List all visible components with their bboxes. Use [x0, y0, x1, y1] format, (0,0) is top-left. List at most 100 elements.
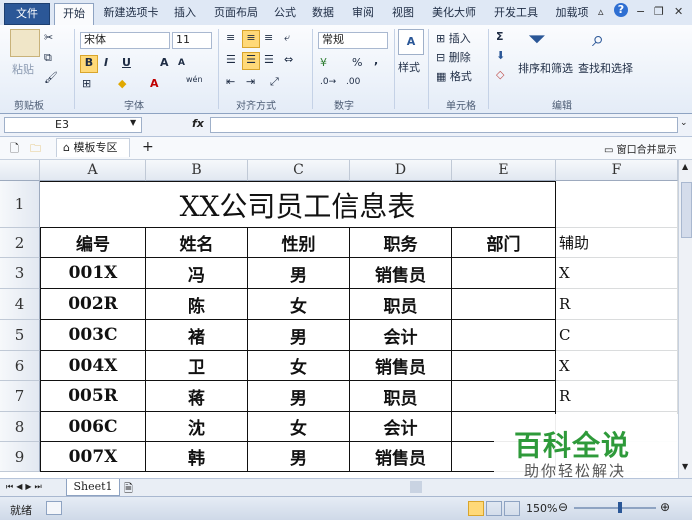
paste-button[interactable]: 粘贴 — [12, 61, 34, 77]
zoom-out-icon[interactable]: ⊖ — [558, 500, 568, 514]
row-header[interactable]: 4 — [0, 289, 40, 320]
table-cell[interactable]: 职员 — [350, 381, 452, 412]
select-all-corner[interactable] — [0, 160, 40, 181]
column-header[interactable]: A — [40, 160, 146, 181]
phonetic-label[interactable]: wén — [186, 75, 203, 84]
table-cell[interactable]: 会计 — [350, 412, 452, 442]
zoom-in-icon[interactable]: ⊕ — [660, 500, 670, 514]
column-header[interactable]: E — [452, 160, 556, 181]
tab-view[interactable]: 视图 — [386, 4, 420, 22]
zoom-slider-thumb[interactable] — [618, 502, 622, 513]
table-cell[interactable]: 销售员 — [350, 258, 452, 289]
tab-data[interactable]: 数据 — [306, 4, 340, 22]
sheet-tab-sheet1[interactable]: Sheet1 — [66, 479, 120, 496]
hscroll-thumb[interactable] — [410, 481, 422, 493]
orientation-icon[interactable]: ⤢ — [270, 75, 279, 89]
table-cell[interactable] — [452, 381, 556, 412]
align-right-icon[interactable]: ☰ — [264, 53, 274, 66]
normal-view-icon[interactable] — [468, 501, 484, 516]
active-cell-e3[interactable] — [452, 258, 556, 289]
row-header[interactable]: 2 — [0, 228, 40, 258]
vertical-scrollbar[interactable]: ▲ ▼ — [678, 160, 692, 478]
aux-header-cell[interactable]: 辅助 — [556, 228, 678, 258]
insert-cells-button[interactable]: ⊞ 插入 — [436, 30, 471, 46]
zoom-slider[interactable] — [574, 507, 656, 509]
merge-windows-button[interactable]: ▭ 窗口合并显示 — [604, 141, 677, 156]
align-bottom-icon[interactable]: ≡ — [264, 31, 273, 44]
template-zone-tab[interactable]: ⌂ 模板专区 — [56, 138, 130, 157]
table-cell[interactable]: 会计 — [350, 320, 452, 351]
wrap-text-icon[interactable]: ⤶ — [284, 31, 290, 45]
table-cell[interactable]: 卫 — [146, 351, 248, 381]
table-cell[interactable]: 韩 — [146, 442, 248, 472]
tab-file[interactable]: 文件 — [4, 3, 50, 25]
number-format-select[interactable]: 常规 — [318, 32, 388, 49]
scroll-down-icon[interactable]: ▼ — [682, 462, 688, 471]
tab-review[interactable]: 审阅 — [346, 4, 380, 22]
fill-icon[interactable]: ⬇ — [496, 49, 505, 62]
paste-icon[interactable] — [10, 29, 40, 57]
table-cell[interactable]: 沈 — [146, 412, 248, 442]
format-painter-icon[interactable]: 🖌 — [44, 71, 58, 84]
font-size-select[interactable]: 11 — [172, 32, 212, 49]
table-cell[interactable]: 007X — [40, 442, 146, 472]
table-header-cell[interactable]: 编号 — [40, 228, 146, 258]
increase-indent-icon[interactable]: ⇥ — [246, 75, 255, 88]
align-middle-icon[interactable]: ≡ — [242, 30, 260, 48]
sort-filter-icon[interactable]: ⏷ — [528, 27, 546, 52]
font-name-select[interactable]: 宋体 — [80, 32, 170, 49]
table-cell[interactable]: 男 — [248, 320, 350, 351]
column-header[interactable]: C — [248, 160, 350, 181]
table-header-cell[interactable]: 姓名 — [146, 228, 248, 258]
row-header[interactable]: 3 — [0, 258, 40, 289]
increase-decimal-icon[interactable]: .0→ — [320, 77, 336, 87]
table-header-cell[interactable]: 性别 — [248, 228, 350, 258]
delete-cells-button[interactable]: ⊟ 删除 — [436, 49, 471, 65]
page-layout-view-icon[interactable] — [486, 501, 502, 516]
table-cell[interactable]: 006C — [40, 412, 146, 442]
expand-formula-icon[interactable]: ⌄ — [680, 118, 688, 128]
table-cell[interactable]: 褚 — [146, 320, 248, 351]
table-cell[interactable]: 女 — [248, 351, 350, 381]
underline-button[interactable]: U — [122, 56, 131, 69]
italic-button[interactable]: I — [104, 56, 108, 69]
table-cell[interactable]: 男 — [248, 381, 350, 412]
minimize-button[interactable]: − — [636, 5, 645, 18]
table-header-cell[interactable]: 部门 — [452, 228, 556, 258]
border-icon[interactable]: ⊞ — [82, 77, 91, 90]
tab-addins[interactable]: 加载项 — [550, 4, 594, 22]
ribbon-collapse-icon[interactable]: ▵ — [598, 5, 604, 18]
row-header[interactable]: 5 — [0, 320, 40, 351]
page-break-view-icon[interactable] — [504, 501, 520, 516]
tab-page-layout[interactable]: 页面布局 — [208, 4, 264, 22]
decrease-indent-icon[interactable]: ⇤ — [226, 75, 235, 88]
macro-record-icon[interactable] — [46, 501, 62, 515]
table-cell[interactable]: 女 — [248, 289, 350, 320]
close-button[interactable]: ✕ — [674, 5, 683, 18]
aux-cell[interactable]: X — [556, 351, 678, 381]
tab-developer[interactable]: 开发工具 — [488, 4, 544, 22]
table-cell[interactable] — [452, 320, 556, 351]
cut-icon[interactable]: ✂ — [44, 31, 53, 44]
font-color-icon[interactable]: A — [150, 77, 159, 90]
clear-icon[interactable]: ◇ — [496, 68, 504, 81]
table-cell[interactable]: 男 — [248, 442, 350, 472]
table-cell[interactable]: 女 — [248, 412, 350, 442]
row-header[interactable]: 6 — [0, 351, 40, 381]
new-doc-icon[interactable]: 🗋 — [10, 140, 19, 159]
folder-icon[interactable]: 🗀 — [30, 140, 41, 159]
aux-cell[interactable]: R — [556, 289, 678, 320]
table-cell[interactable]: 男 — [248, 258, 350, 289]
column-header[interactable]: D — [350, 160, 452, 181]
name-box-dropdown-icon[interactable]: ▼ — [130, 118, 136, 127]
table-cell[interactable]: 003C — [40, 320, 146, 351]
comma-button[interactable]: , — [374, 54, 378, 67]
fill-color-icon[interactable]: ◆ — [118, 77, 126, 90]
scroll-up-icon[interactable]: ▲ — [682, 162, 688, 171]
tab-new[interactable]: 新建选项卡 — [98, 4, 164, 22]
row-header[interactable]: 1 — [0, 181, 40, 228]
table-cell[interactable]: 蒋 — [146, 381, 248, 412]
format-cells-button[interactable]: ▦ 格式 — [436, 68, 472, 84]
sheet-nav-icons[interactable]: ⏮◀▶⏭ — [6, 482, 45, 492]
shrink-font-button[interactable]: A — [178, 58, 185, 68]
